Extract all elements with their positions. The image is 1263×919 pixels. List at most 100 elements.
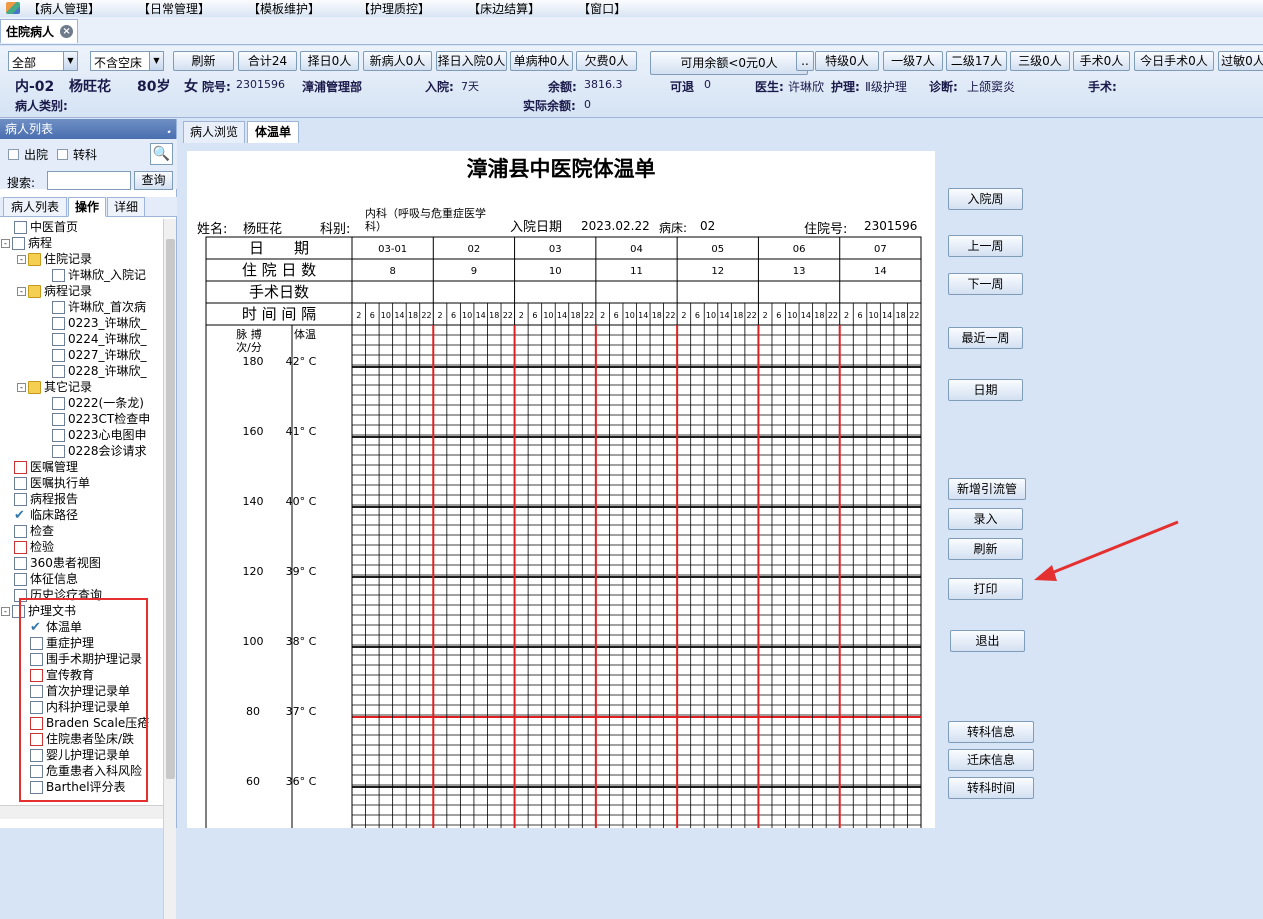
special-level-button[interactable]: 特级0人 [815, 51, 879, 71]
print-button[interactable]: 打印 [948, 578, 1023, 600]
discharge-checkbox[interactable] [8, 149, 19, 160]
more-button[interactable]: .. [796, 51, 814, 71]
chevron-down-icon[interactable]: ▼ [149, 52, 163, 70]
tree-item-label: 许琳欣_首次病 [68, 300, 147, 314]
patient-dept: 漳浦管理部 [302, 80, 363, 94]
app-logo-icon[interactable] [6, 2, 20, 14]
chevron-down-icon[interactable]: ▼ [63, 52, 77, 70]
close-icon[interactable]: × [60, 25, 74, 38]
filter-bar: 全部 ▼ 不含空床 ▼ 刷新 合计24 择日0人 新病人0人 择日入院0人 单病种0… [0, 46, 1263, 118]
temp-tick: 37° C [286, 705, 317, 718]
transfer-info-button[interactable]: 转科信息 [948, 721, 1034, 743]
tree-item[interactable]: 0224_许琳欣_ [52, 331, 147, 347]
level2-button[interactable]: 二级17人 [946, 51, 1007, 71]
collapse-icon[interactable]: - [17, 286, 26, 296]
prev-week-button[interactable]: 上一周 [948, 235, 1023, 257]
balance-filter-button[interactable]: 可用余额<0元0人 [650, 51, 808, 75]
tab-inpatients[interactable]: 住院病人 × [0, 19, 78, 43]
tree-item[interactable]: 医嘱管理 [14, 459, 78, 475]
menu-nursing-qc[interactable]: 【护理质控】 [358, 0, 430, 17]
tab-temperature-chart[interactable]: 体温单 [247, 121, 299, 143]
collapse-icon[interactable]: - [1, 606, 10, 616]
tree-item[interactable]: - 病程记录 [17, 283, 92, 299]
scroll-thumb[interactable] [166, 239, 175, 779]
select-date-button[interactable]: 择日0人 [300, 51, 359, 71]
collapse-icon[interactable]: - [17, 382, 26, 392]
today-surgery-button[interactable]: 今日手术0人 [1134, 51, 1214, 71]
arrears-button[interactable]: 欠费0人 [576, 51, 637, 71]
tree-item[interactable]: 许琳欣_首次病 [52, 299, 146, 315]
doctor-label: 医生: [755, 80, 784, 94]
single-disease-button[interactable]: 单病种0人 [510, 51, 573, 71]
next-week-button[interactable]: 下一周 [948, 273, 1023, 295]
tree-item[interactable]: 0223_许琳欣_ [52, 315, 147, 331]
tree-item[interactable]: 检查 [14, 523, 54, 539]
pin-icon[interactable]: 𝅘 [167, 119, 171, 139]
tree-item[interactable]: 体征信息 [14, 571, 78, 587]
tree-item[interactable]: - 病程 [1, 235, 52, 251]
search-button[interactable]: 查询 [134, 171, 173, 190]
collapse-icon[interactable]: - [17, 254, 26, 264]
refresh-button[interactable]: 刷新 [173, 51, 234, 71]
document-icon [14, 476, 27, 490]
tree-item[interactable]: 0228_许琳欣_ [52, 363, 147, 379]
search-icon[interactable]: 🔍 [150, 143, 173, 165]
tree-item[interactable]: 360患者视图 [14, 555, 101, 571]
tree-horizontal-scrollbar[interactable] [0, 805, 163, 819]
recent-week-button[interactable]: 最近一周 [948, 327, 1023, 349]
menu-daily-mgmt[interactable]: 【日常管理】 [138, 0, 210, 17]
tab-patient-browse[interactable]: 病人浏览 [183, 121, 245, 143]
bed-filter-select[interactable]: 不含空床 ▼ [90, 51, 164, 71]
tree-item[interactable]: 许琳欣_入院记 [52, 267, 146, 283]
refresh-sheet-button[interactable]: 刷新 [948, 538, 1023, 560]
temperature-grid[interactable]: 日 期住 院 日 数手术日数时 间 间 隔03-0182 6 10 14 18 22029… [187, 151, 935, 828]
menu-bedside-settle[interactable]: 【床边结算】 [468, 0, 540, 17]
tree-item[interactable]: 0227_许琳欣_ [52, 347, 147, 363]
new-patient-button[interactable]: 新病人0人 [363, 51, 432, 71]
menu-patient-mgmt[interactable]: 【病人管理】 [28, 0, 100, 17]
surgery-button[interactable]: 手术0人 [1073, 51, 1130, 71]
tree-item[interactable]: 0228会诊请求 [52, 443, 147, 459]
enter-button[interactable]: 录入 [948, 508, 1023, 530]
date-button[interactable]: 日期 [948, 379, 1023, 401]
level1-button[interactable]: 一级7人 [883, 51, 943, 71]
tree-item[interactable]: 中医首页 [14, 219, 78, 235]
time-cell: 10 [543, 311, 553, 320]
tree-item[interactable]: 医嘱执行单 [14, 475, 90, 491]
bed-move-info-button[interactable]: 迁床信息 [948, 749, 1034, 771]
total-button[interactable]: 合计24 [238, 51, 297, 71]
allergy-button[interactable]: 过敏0人 [1218, 51, 1263, 71]
select-admit-button[interactable]: 择日入院0人 [436, 51, 507, 71]
transfer-time-button[interactable]: 转科时间 [948, 777, 1034, 799]
exit-button[interactable]: 退出 [950, 630, 1025, 652]
tree-item[interactable]: - 住院记录 [17, 251, 92, 267]
folder-icon [28, 284, 41, 298]
transfer-checkbox[interactable] [57, 149, 68, 160]
menu-window[interactable]: 【窗口】 [578, 0, 626, 17]
tree-vertical-scrollbar[interactable] [163, 219, 176, 919]
tree-item[interactable]: 0222(一条龙) [52, 395, 144, 411]
admit-days: 7天 [461, 80, 479, 93]
time-cell: 10 [625, 311, 635, 320]
search-input[interactable] [47, 171, 131, 190]
menu-template[interactable]: 【模板维护】 [248, 0, 320, 17]
tab-details[interactable]: 详细 [107, 197, 145, 217]
tab-inpatients-label: 住院病人 [6, 25, 55, 39]
add-drain-button[interactable]: 新增引流管 [948, 478, 1026, 500]
tree-item[interactable]: 0223CT检查申 [52, 411, 150, 427]
level3-button[interactable]: 三级0人 [1010, 51, 1070, 71]
tree-item[interactable]: 病程报告 [14, 491, 78, 507]
tab-operations[interactable]: 操作 [68, 197, 106, 217]
tab-patient-list[interactable]: 病人列表 [3, 197, 67, 217]
ward-select[interactable]: 全部 ▼ [8, 51, 78, 71]
tree-item[interactable]: 检验 [14, 539, 54, 555]
tree-item[interactable]: ✔ 临床路径 [14, 507, 78, 523]
time-cell: 2 [356, 311, 361, 320]
collapse-icon[interactable]: - [1, 238, 10, 248]
tree-item[interactable]: - 其它记录 [17, 379, 92, 395]
temp-tick: 42° C [286, 355, 317, 368]
time-cell: 22 [503, 311, 513, 320]
admit-week-button[interactable]: 入院周 [948, 188, 1023, 210]
time-cell: 14 [719, 311, 729, 320]
tree-item[interactable]: 0223心电图申 [52, 427, 147, 443]
